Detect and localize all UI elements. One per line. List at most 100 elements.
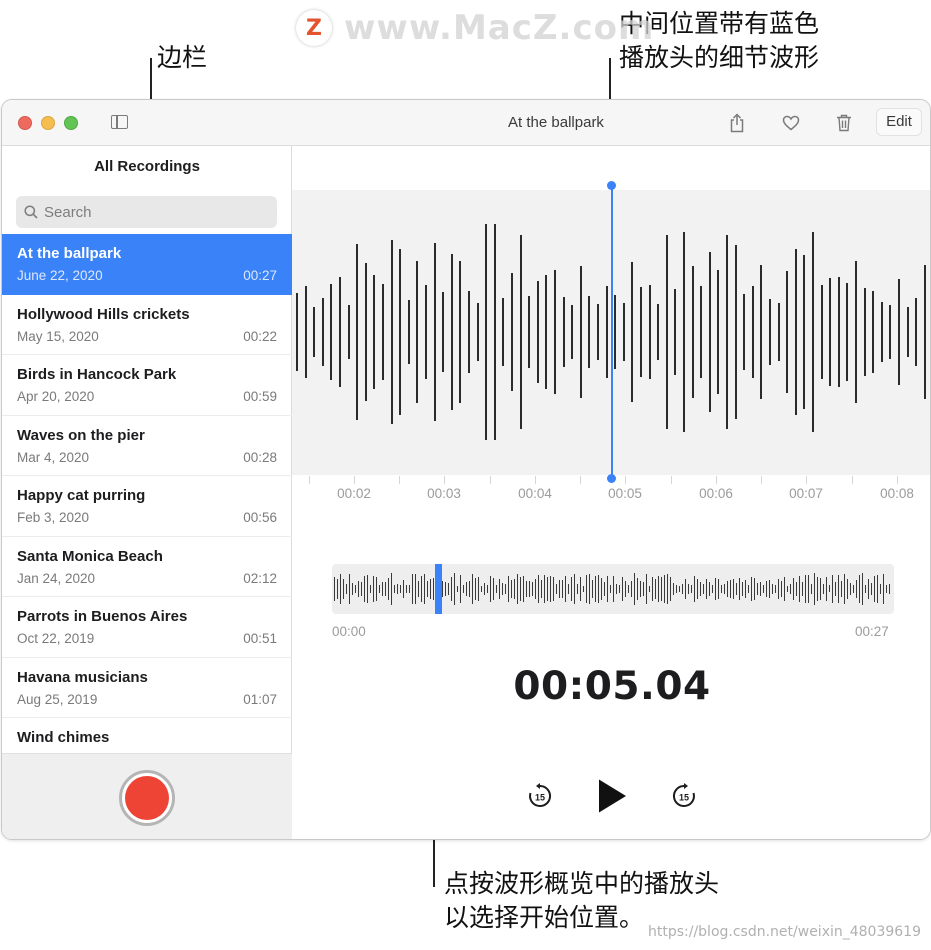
share-button[interactable] bbox=[724, 110, 750, 136]
waveform-bar bbox=[812, 232, 814, 432]
waveform-bar bbox=[880, 302, 883, 362]
overview-bar bbox=[718, 579, 720, 599]
waveform-bar bbox=[425, 284, 427, 380]
recording-name: Hollywood Hills crickets bbox=[17, 305, 190, 323]
skip-forward-button[interactable]: 15 bbox=[664, 774, 704, 818]
overview-callout-line1: 点按波形概览中的播放头 bbox=[444, 869, 720, 898]
overview-bar bbox=[574, 573, 576, 605]
overview-bar bbox=[385, 582, 387, 596]
recording-row[interactable]: Parrots in Buenos Aires Oct 22, 2019 00:51 bbox=[2, 597, 292, 658]
minimize-window-button[interactable] bbox=[41, 116, 55, 130]
timeline-tick bbox=[625, 476, 626, 484]
overview-bar bbox=[352, 582, 354, 596]
waveform-bar bbox=[674, 289, 677, 375]
overview-bar bbox=[463, 585, 465, 593]
overview-bar bbox=[346, 584, 348, 594]
overview-bar bbox=[556, 583, 558, 595]
sidebar-toggle-icon[interactable] bbox=[111, 115, 128, 129]
waveform-bar bbox=[889, 305, 892, 359]
waveform-bar bbox=[339, 277, 341, 387]
waveform-bar bbox=[528, 296, 531, 368]
overview-bar bbox=[409, 584, 411, 594]
favorite-button[interactable] bbox=[778, 110, 804, 136]
overview-bar bbox=[673, 582, 675, 596]
zoom-window-button[interactable] bbox=[64, 116, 78, 130]
watermark-top: Z www.MacZ.com bbox=[296, 8, 654, 48]
recording-date: Feb 3, 2020 bbox=[17, 510, 90, 525]
overview-bar bbox=[559, 579, 561, 599]
overview-bar bbox=[652, 576, 654, 602]
timeline-tick bbox=[490, 476, 491, 484]
overview-bar bbox=[850, 582, 852, 596]
timeline-tick bbox=[897, 476, 898, 484]
waveform-bar bbox=[433, 243, 436, 421]
search-input[interactable] bbox=[44, 203, 244, 221]
waveform-bar bbox=[786, 271, 789, 393]
overview-bar bbox=[631, 580, 633, 598]
timeline-tick bbox=[852, 476, 853, 484]
overview-bar bbox=[826, 577, 828, 601]
overview-bar bbox=[832, 575, 834, 603]
waveform-overview[interactable] bbox=[332, 564, 894, 614]
sidebar-footer bbox=[2, 753, 292, 839]
overview-bar bbox=[661, 576, 663, 602]
search-field[interactable] bbox=[16, 196, 277, 228]
overview-bar bbox=[823, 583, 825, 595]
overview-bar bbox=[499, 579, 501, 599]
playhead-bottom-dot[interactable] bbox=[607, 474, 616, 483]
overview-bar bbox=[568, 584, 570, 594]
waveform-bar bbox=[416, 260, 419, 404]
overview-bar bbox=[532, 581, 534, 597]
timeline-label: 00:06 bbox=[699, 486, 733, 501]
recording-row[interactable]: Hollywood Hills crickets May 15, 2020 00:2… bbox=[2, 295, 292, 355]
delete-button[interactable] bbox=[831, 110, 857, 136]
playhead-top-dot[interactable] bbox=[607, 181, 616, 190]
overview-bar bbox=[724, 584, 726, 594]
overview-bar bbox=[682, 583, 684, 595]
waveform-bar bbox=[777, 303, 780, 361]
overview-bar bbox=[337, 578, 339, 600]
detail-playhead[interactable] bbox=[611, 186, 613, 478]
voice-memos-window: At the ballpark Edit All Recordings Sear… bbox=[1, 99, 931, 840]
overview-bar bbox=[427, 580, 429, 598]
waveform-bar bbox=[657, 303, 660, 361]
edit-button[interactable]: Edit bbox=[876, 108, 922, 136]
overview-bar bbox=[790, 584, 792, 594]
overview-bar bbox=[781, 581, 783, 597]
close-window-button[interactable] bbox=[18, 116, 32, 130]
overview-bar bbox=[751, 576, 753, 602]
overview-bar bbox=[874, 576, 876, 602]
play-button[interactable] bbox=[592, 774, 632, 818]
recording-date: Apr 20, 2020 bbox=[17, 389, 95, 404]
waveform-bar bbox=[648, 285, 651, 379]
share-icon bbox=[730, 113, 744, 133]
skip-forward-label: 15 bbox=[679, 793, 689, 803]
overview-callout-line2: 以选择开始位置。 bbox=[444, 903, 645, 932]
recording-duration: 00:59 bbox=[243, 389, 277, 404]
overview-bar bbox=[523, 575, 525, 603]
overview-bar bbox=[808, 574, 810, 604]
overview-playhead[interactable] bbox=[435, 564, 442, 614]
timeline-tick bbox=[580, 476, 581, 484]
recording-row[interactable]: Havana musicians Aug 25, 2019 01:07 bbox=[2, 658, 292, 718]
waveform-bar bbox=[373, 275, 376, 389]
overview-bar bbox=[607, 576, 609, 602]
overview-bar bbox=[739, 577, 741, 601]
skip-back-button[interactable]: 15 bbox=[520, 774, 560, 818]
overview-bar bbox=[415, 574, 417, 604]
waveform-bar bbox=[493, 223, 496, 441]
recording-row[interactable]: Wind chimes bbox=[2, 718, 292, 752]
overview-bar bbox=[496, 584, 498, 594]
overview-bar bbox=[676, 584, 678, 594]
recording-row[interactable]: Birds in Hancock Park Apr 20, 2020 00:59 bbox=[2, 355, 292, 416]
recording-row[interactable]: Waves on the pier Mar 4, 2020 00:28 bbox=[2, 416, 292, 476]
recording-row[interactable]: At the ballpark June 22, 2020 00:27 bbox=[2, 234, 292, 295]
record-button[interactable] bbox=[119, 770, 175, 826]
timeline-label: 00:05 bbox=[608, 486, 642, 501]
recording-date: May 15, 2020 bbox=[17, 328, 99, 344]
recording-row[interactable]: Santa Monica Beach Jan 24, 2020 02:12 bbox=[2, 537, 292, 597]
recording-row[interactable]: Happy cat purring Feb 3, 2020 00:56 bbox=[2, 476, 292, 537]
recording-duration: 00:28 bbox=[243, 449, 277, 465]
overview-bar bbox=[475, 578, 477, 600]
overview-bar bbox=[487, 584, 489, 594]
